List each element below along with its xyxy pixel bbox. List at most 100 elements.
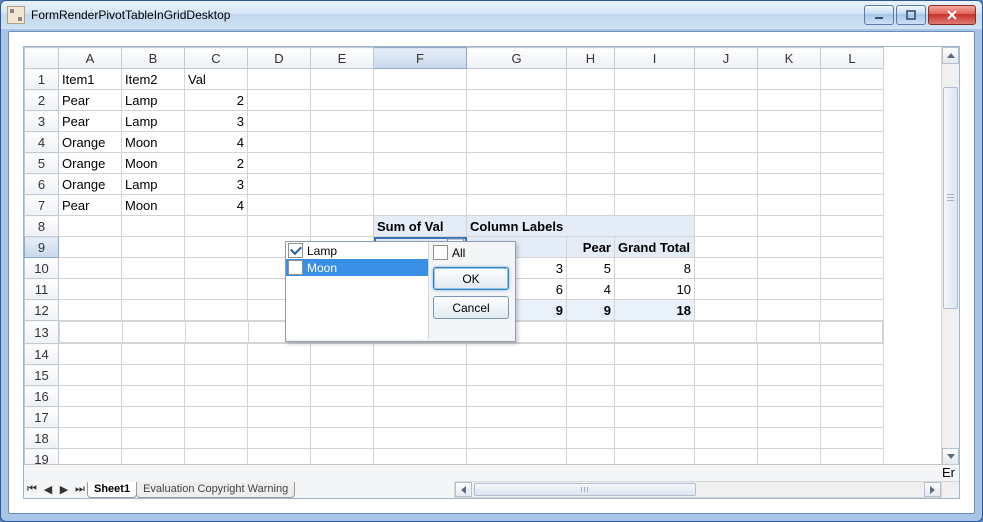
cell[interactable] (122, 258, 185, 279)
cell[interactable] (374, 449, 467, 466)
cell[interactable] (59, 365, 122, 386)
pivot-value[interactable]: 10 (615, 279, 695, 300)
cell[interactable] (567, 111, 615, 132)
filter-all-row[interactable]: All (433, 244, 509, 261)
cell[interactable] (185, 216, 248, 237)
cell[interactable] (311, 365, 374, 386)
cell[interactable] (122, 216, 185, 237)
cell[interactable] (467, 174, 567, 195)
cell[interactable] (615, 195, 695, 216)
cell[interactable] (122, 300, 185, 321)
cell[interactable]: Item2 (122, 69, 185, 90)
cell[interactable] (615, 153, 695, 174)
pivot-grand-value[interactable]: 9 (567, 300, 615, 321)
cell[interactable] (60, 322, 123, 343)
cell[interactable] (467, 195, 567, 216)
cell[interactable] (758, 216, 821, 237)
titlebar[interactable]: FormRenderPivotTableInGridDesktop (1, 1, 982, 29)
cell[interactable] (821, 174, 884, 195)
cell[interactable] (758, 174, 821, 195)
row-header[interactable]: 13 (25, 321, 59, 344)
cell[interactable] (695, 69, 758, 90)
cell[interactable] (821, 300, 884, 321)
scroll-left-button[interactable] (455, 482, 472, 497)
cell[interactable] (695, 195, 758, 216)
cell[interactable] (757, 322, 820, 343)
cell[interactable] (311, 69, 374, 90)
cell[interactable] (248, 428, 311, 449)
checkbox-icon[interactable] (288, 260, 303, 275)
cell[interactable] (615, 69, 695, 90)
cell[interactable] (695, 386, 758, 407)
cell[interactable] (248, 365, 311, 386)
cell[interactable] (615, 365, 695, 386)
cell[interactable] (615, 90, 695, 111)
cell[interactable] (374, 428, 467, 449)
cell[interactable] (758, 279, 821, 300)
cell[interactable] (185, 300, 248, 321)
cell[interactable] (311, 216, 374, 237)
row-header[interactable]: 2 (25, 90, 59, 111)
cell[interactable] (567, 174, 615, 195)
filter-list[interactable]: Lamp Moon (286, 242, 429, 339)
cell[interactable] (695, 279, 758, 300)
maximize-button[interactable] (896, 5, 926, 25)
ok-button[interactable]: OK (433, 267, 509, 290)
col-header-J[interactable]: J (695, 48, 758, 69)
cell[interactable] (567, 69, 615, 90)
row-header[interactable]: 6 (25, 174, 59, 195)
horizontal-scroll-thumb[interactable] (474, 483, 696, 496)
cell[interactable] (59, 428, 122, 449)
cell[interactable] (758, 195, 821, 216)
cell[interactable] (374, 90, 467, 111)
cell[interactable] (695, 237, 758, 258)
filter-item-lamp[interactable]: Lamp (286, 242, 428, 259)
cell[interactable] (758, 386, 821, 407)
checkbox-icon[interactable] (433, 245, 448, 260)
cell[interactable] (185, 322, 248, 343)
cell[interactable] (567, 195, 615, 216)
cell[interactable]: Orange (59, 132, 122, 153)
cell[interactable] (467, 365, 567, 386)
cell[interactable] (248, 386, 311, 407)
row-header[interactable]: 19 (25, 449, 59, 466)
cell[interactable]: 4 (185, 195, 248, 216)
close-button[interactable] (928, 5, 976, 25)
cell[interactable] (615, 132, 695, 153)
cell[interactable] (467, 153, 567, 174)
cell[interactable]: Lamp (122, 174, 185, 195)
cell[interactable] (248, 174, 311, 195)
cell[interactable] (758, 90, 821, 111)
cell[interactable] (695, 258, 758, 279)
cell[interactable] (122, 449, 185, 466)
row-header[interactable]: 11 (25, 279, 59, 300)
cell[interactable] (821, 449, 884, 466)
cell[interactable] (758, 344, 821, 365)
cell[interactable] (821, 237, 884, 258)
cell[interactable] (467, 111, 567, 132)
cell[interactable]: 2 (185, 153, 248, 174)
cell[interactable] (248, 216, 311, 237)
cell[interactable] (311, 111, 374, 132)
cell[interactable] (695, 90, 758, 111)
row-header[interactable]: 9 (25, 237, 59, 258)
cell[interactable] (311, 344, 374, 365)
cell[interactable] (59, 386, 122, 407)
scroll-up-button[interactable] (942, 47, 959, 64)
sheet-tab-sheet1[interactable]: Sheet1 (87, 482, 137, 498)
row-header[interactable]: 18 (25, 428, 59, 449)
col-header-I[interactable]: I (615, 48, 695, 69)
cell[interactable] (122, 279, 185, 300)
cell[interactable] (122, 428, 185, 449)
cell[interactable] (311, 428, 374, 449)
row-header[interactable]: 8 (25, 216, 59, 237)
cell[interactable] (311, 449, 374, 466)
cancel-button[interactable]: Cancel (433, 296, 509, 319)
sheet-tab-eval[interactable]: Evaluation Copyright Warning (136, 482, 295, 498)
cell[interactable] (758, 69, 821, 90)
cell[interactable] (821, 365, 884, 386)
cell[interactable] (567, 449, 615, 466)
cell[interactable] (467, 90, 567, 111)
cell[interactable] (311, 153, 374, 174)
cell[interactable] (695, 132, 758, 153)
